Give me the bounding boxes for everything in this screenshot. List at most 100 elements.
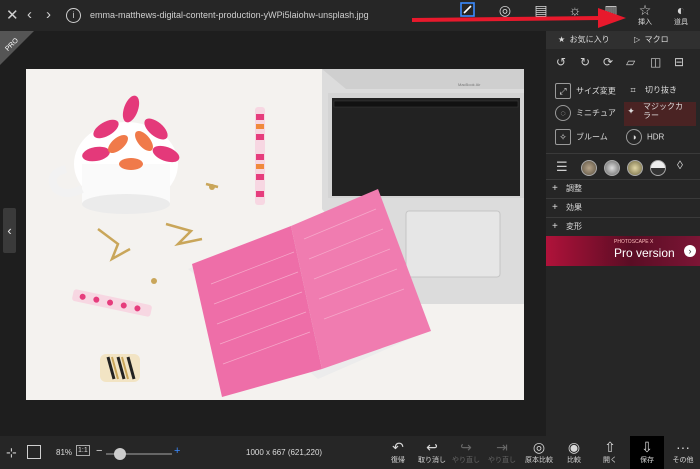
tools-button[interactable]: ◐ 道具 — [664, 2, 698, 29]
magic-wand-icon: ✦ — [627, 106, 635, 116]
file-name: emma-matthews-digital-content-production… — [90, 10, 369, 20]
divider — [546, 153, 700, 154]
bottom-bar: ⊹ 81% 1:1 − + 1000 x 667 (621,220) ↶ 復帰 ↩… — [0, 436, 700, 469]
revert-label: 復帰 — [391, 457, 405, 464]
more-icon: ··· — [676, 439, 690, 455]
miniature-icon: ◌ — [555, 105, 571, 121]
zoom-slider[interactable] — [106, 448, 172, 460]
plus-icon: + — [552, 221, 558, 232]
section-adjust[interactable]: + 調整 — [546, 179, 700, 196]
zoom-slider-handle[interactable] — [114, 448, 126, 460]
tools-label: 道具 — [674, 19, 688, 26]
auto-rotate-icon[interactable]: ⟳ — [603, 55, 613, 69]
image-dimensions: 1000 x 667 (621,220) — [246, 448, 323, 457]
tab-macro[interactable]: ▷ マクロ — [634, 34, 669, 45]
pro-version-banner[interactable]: PHOTOSCAPE X Pro version › — [546, 236, 700, 266]
open-icon: ⇧ — [604, 439, 616, 455]
forward-icon[interactable]: › — [46, 7, 51, 22]
zoom-in-icon[interactable]: + — [174, 445, 180, 457]
miniature-button[interactable]: ◌ ミニチュア — [555, 105, 625, 123]
flip-vertical-icon[interactable]: ⊟ — [674, 55, 684, 69]
redo-label: やり直し — [452, 457, 480, 464]
compare-icon: ◉ — [567, 439, 581, 455]
promo-brand: PHOTOSCAPE X — [614, 239, 654, 245]
fit-icon[interactable] — [27, 445, 41, 459]
open-button[interactable]: ⇧ 開く — [596, 439, 624, 466]
promo-text: Pro version — [614, 246, 675, 260]
original-compare-label: 原本比較 — [525, 457, 553, 464]
tab-favorites[interactable]: ★ お気に入り — [558, 34, 610, 45]
tab-macro-label: マクロ — [644, 35, 669, 44]
annotation-arrow — [411, 8, 626, 28]
play-icon: ▷ — [634, 35, 641, 44]
redo-all-icon: ⇥ — [496, 439, 508, 455]
insert-button[interactable]: ☆ 挿入 — [628, 2, 662, 29]
palette-icon: ◐ — [676, 2, 686, 18]
open-label: 開く — [603, 457, 617, 464]
crop-label: 切り抜き — [645, 85, 677, 95]
compare-button[interactable]: ◉ 比較 — [560, 439, 588, 466]
vignette-filter-icon[interactable] — [581, 160, 597, 176]
back-icon[interactable]: ‹ — [27, 7, 32, 22]
hdr-label: HDR — [647, 132, 665, 142]
insert-star-icon: ☆ — [638, 2, 652, 18]
insert-label: 挿入 — [638, 19, 652, 26]
filter-list-icon[interactable]: ☰ — [556, 159, 568, 175]
save-button[interactable]: ⇩ 保存 — [630, 436, 664, 469]
more-button[interactable]: ··· その他 — [668, 439, 698, 466]
section-transform[interactable]: + 変形 — [546, 217, 700, 234]
crop-grid-icon[interactable]: ⊹ — [6, 445, 17, 461]
info-icon[interactable]: i — [66, 8, 81, 23]
tone-filter-icon[interactable] — [604, 160, 620, 176]
warm-filter-icon[interactable] — [627, 160, 643, 176]
drop-icon[interactable]: ◊ — [677, 158, 683, 172]
plus-icon: + — [552, 202, 558, 213]
redo-button[interactable]: ↪ やり直し — [450, 439, 482, 466]
crop-icon: ⌗ — [630, 85, 636, 95]
promo-arrow-icon: › — [684, 245, 696, 257]
redo-icon: ↪ — [460, 439, 472, 455]
panel-tabs: ★ お気に入り ▷ マクロ — [546, 31, 700, 49]
flip-horizontal-icon[interactable]: ◫ — [650, 55, 661, 69]
crop-button[interactable]: ⌗ 切り抜き — [626, 83, 696, 101]
resize-button[interactable]: ⤢ サイズ変更 — [555, 83, 625, 101]
section-adjust-label: 調整 — [566, 184, 582, 193]
half-filter-icon[interactable] — [650, 160, 666, 176]
magic-color-label: マジックカラー — [643, 102, 683, 120]
pro-badge: PRO — [0, 31, 34, 65]
resize-icon: ⤢ — [555, 83, 571, 99]
undo-label: 取り消し — [418, 457, 446, 464]
magic-color-button[interactable]: ✦ マジックカラー — [624, 102, 696, 126]
zoom-percent: 81% — [56, 448, 73, 457]
bloom-button[interactable]: ✧ ブルーム — [555, 129, 625, 147]
tab-favorites-label: お気に入り — [569, 35, 610, 44]
zoom-1to1-button[interactable]: 1:1 — [76, 445, 90, 456]
revert-button[interactable]: ↶ 復帰 — [384, 439, 412, 466]
bloom-label: ブルーム — [576, 132, 608, 142]
close-icon[interactable]: ✕ — [6, 8, 19, 23]
zoom-out-icon[interactable]: − — [96, 445, 102, 457]
original-compare-icon: ◎ — [532, 439, 546, 455]
rotate-left-icon[interactable]: ↺ — [556, 55, 566, 69]
compare-label: 比較 — [567, 457, 581, 464]
section-transform-label: 変形 — [566, 222, 582, 231]
save-label: 保存 — [640, 457, 654, 464]
resize-label: サイズ変更 — [576, 86, 616, 96]
redo-all-label: やり直し — [488, 457, 516, 464]
undo-button[interactable]: ↩ 取り消し — [416, 439, 448, 466]
save-icon: ⇩ — [641, 439, 653, 455]
more-label: その他 — [672, 457, 694, 464]
miniature-label: ミニチュア — [576, 108, 616, 118]
redo-all-button[interactable]: ⇥ やり直し — [486, 439, 518, 466]
rotate-right-icon[interactable]: ↻ — [580, 55, 590, 69]
left-panel-toggle[interactable]: ‹ — [3, 208, 16, 253]
original-compare-button[interactable]: ◎ 原本比較 — [522, 439, 556, 466]
straighten-icon[interactable]: ▱ — [626, 55, 635, 69]
section-effects[interactable]: + 効果 — [546, 198, 700, 215]
laptop-label: MacBook Air — [458, 82, 481, 87]
revert-icon: ↶ — [392, 439, 404, 455]
bloom-icon: ✧ — [555, 129, 571, 145]
hdr-button[interactable]: ◑ HDR — [626, 129, 696, 147]
photo: MacBook Air — [26, 69, 524, 400]
image-canvas[interactable]: MacBook Air — [26, 69, 524, 400]
